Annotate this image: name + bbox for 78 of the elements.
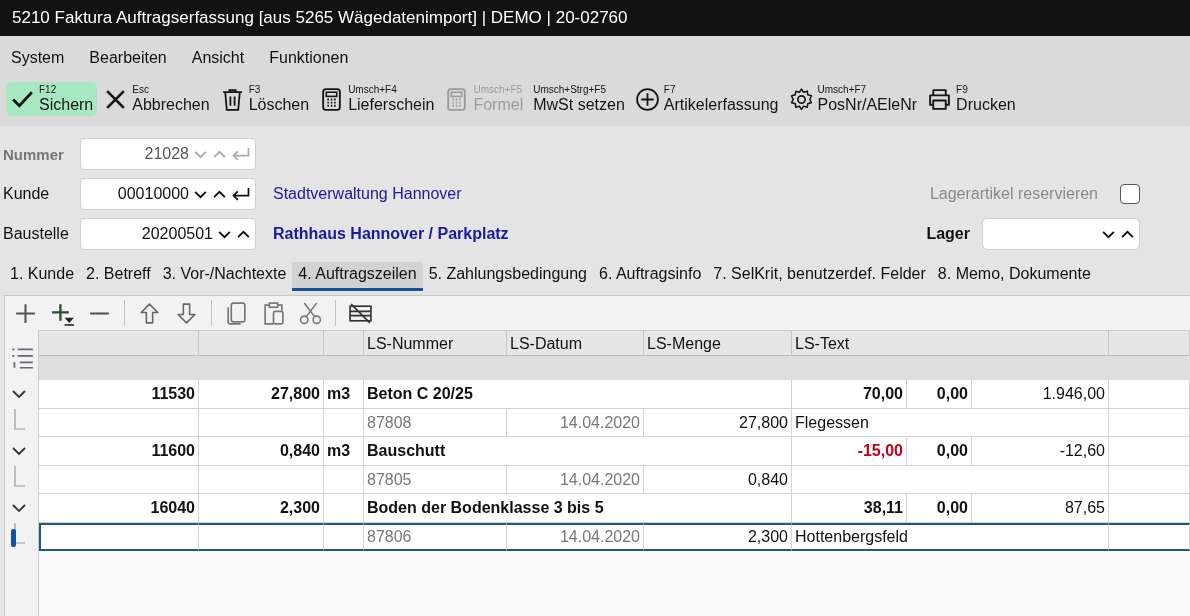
enter-icon[interactable] <box>231 186 251 202</box>
table-cell: m3 <box>324 380 364 409</box>
table-cell: m3 <box>324 437 364 466</box>
toolbar-button[interactable]: F9 Drucken <box>923 82 1020 116</box>
table-cell: 27,800 <box>199 380 324 409</box>
column-header: LS-Menge <box>644 330 792 356</box>
toolbar-button[interactable]: F7 Artikelerfassung <box>630 82 783 116</box>
menu-item[interactable]: Bearbeiten <box>89 49 167 67</box>
tab[interactable]: 3. Vor-/Nachtexte <box>156 262 293 291</box>
menu-item[interactable]: Ansicht <box>191 49 245 67</box>
field-label: Baustelle <box>2 225 70 243</box>
table-cell: 14.04.2020 <box>507 408 644 437</box>
table-cell: 87,65 <box>972 494 1109 523</box>
table-cell: -15,00 <box>792 437 907 466</box>
tab[interactable]: 7. SelKrit, benutzerdef. Felder <box>707 262 932 291</box>
table-cell: -12,60 <box>972 437 1109 466</box>
tab[interactable]: 2. Betreff <box>80 262 157 291</box>
table-cell: Beton C 20/25 <box>364 380 792 409</box>
table-cell: 87808 <box>364 408 507 437</box>
table-cell: 27,800 <box>644 408 792 437</box>
table-cell: 16040 <box>39 494 199 523</box>
table-cell: Hottenbergsfeld <box>792 522 1109 551</box>
table-cell: 0,00 <box>907 437 972 466</box>
tab[interactable]: 5. Zahlungsbedingung <box>422 262 593 291</box>
paste-icon[interactable] <box>261 300 286 326</box>
settings-icon <box>788 86 814 112</box>
toolbar-button[interactable]: F3 Löschen <box>215 82 314 116</box>
table-cell: 0,00 <box>907 494 972 523</box>
linked-name: Rathhaus Hannover / Parkplatz <box>273 225 509 243</box>
table-cell: 0,840 <box>644 465 792 494</box>
linked-name: Stadtverwaltung Hannover <box>273 185 462 203</box>
column-header: LS-Nummer <box>364 330 507 356</box>
table-cell: Boden der Bodenklasse 3 bis 5 <box>364 494 792 523</box>
column-header: LS-Text <box>792 330 1109 356</box>
table-cell <box>324 408 364 437</box>
number-field[interactable]: 00010000 <box>80 178 256 210</box>
table-cell: 0,840 <box>199 437 324 466</box>
toolbar-button[interactable]: Umsch+F7 PosNr/AEleNr <box>784 82 922 116</box>
table-cell: 1.946,00 <box>972 380 1109 409</box>
table-cell <box>324 522 364 551</box>
printer-icon <box>927 86 953 112</box>
table-cell: 14.04.2020 <box>507 465 644 494</box>
checkbox-label: Lagerartikel reservieren <box>929 185 1098 203</box>
tab[interactable]: 6. Auftragsinfo <box>593 262 708 291</box>
arrow-down-icon[interactable] <box>174 300 199 326</box>
scissors-icon[interactable] <box>298 300 323 326</box>
table-cell: 87806 <box>364 522 507 551</box>
table-cell: 11530 <box>39 380 199 409</box>
menu-item[interactable]: System <box>11 49 65 67</box>
window-title: 5210 Faktura Auftragserfassung [aus 5265 Wägedatenimport] | DEMO | 20-02760 <box>12 8 628 28</box>
column-header: LS-Datum <box>507 330 644 356</box>
table-cell: 38,11 <box>792 494 907 523</box>
table-cell: Bauschutt <box>364 437 792 466</box>
plus-circle-icon <box>634 86 660 112</box>
table-cell: 2,300 <box>644 522 792 551</box>
table-cell: 87805 <box>364 465 507 494</box>
toolbar-button[interactable]: Esc Abbrechen <box>99 82 214 116</box>
table-cell: Flegessen <box>792 408 1109 437</box>
number-field[interactable]: 20200501 <box>80 218 256 250</box>
toolbar-button[interactable]: F12 Sichern <box>6 82 98 116</box>
field-label: Nummer <box>2 145 65 163</box>
table-cell <box>324 465 364 494</box>
toolbar-button[interactable]: Umsch+Strg+F5 MwSt setzen <box>529 82 629 116</box>
tab[interactable]: 4. Auftragszeilen <box>292 262 423 291</box>
field-label: Kunde <box>2 185 51 203</box>
tab[interactable]: 1. Kunde <box>4 262 81 291</box>
copy-icon[interactable] <box>224 300 249 326</box>
table-cell: 11600 <box>39 437 199 466</box>
table-cell: 2,300 <box>199 494 324 523</box>
field-label: Lager <box>926 225 970 243</box>
arrow-up-icon[interactable] <box>137 300 162 326</box>
table-cell: 0,00 <box>907 380 972 409</box>
tab[interactable]: 8. Memo, Dokumente <box>931 262 1097 291</box>
table-cell: 70,00 <box>792 380 907 409</box>
toolbar-button[interactable]: Umsch+F4 Lieferschein <box>315 82 439 116</box>
table-cell <box>324 494 364 523</box>
menu-item[interactable]: Funktionen <box>269 49 349 67</box>
table-cell: 14.04.2020 <box>507 522 644 551</box>
